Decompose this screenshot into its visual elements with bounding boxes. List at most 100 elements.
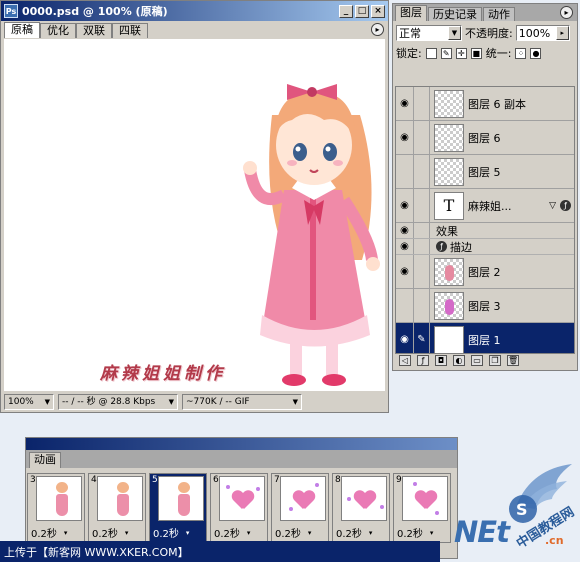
animation-frame[interactable]: 9 0.2秒 ▾ xyxy=(393,473,451,543)
adjustment-layer-icon[interactable]: ◐ xyxy=(453,354,465,366)
tab-layers[interactable]: 图层 xyxy=(395,5,427,21)
animation-tabs: 动画 xyxy=(26,450,457,468)
effects-row[interactable]: ◉ 效果 xyxy=(396,223,574,239)
file-size-dropdown[interactable]: ~770K / -- GIF ▼ xyxy=(182,394,302,410)
layer-row[interactable]: 图层 5 xyxy=(396,155,574,189)
blend-mode-select[interactable]: 正常 ▼ xyxy=(396,25,462,41)
dropdown-arrow-icon: ▼ xyxy=(168,398,174,406)
opacity-label: 不透明度: xyxy=(465,27,513,40)
frame-delay-dropdown[interactable]: 0.2秒 ▾ xyxy=(214,525,250,541)
layer-row[interactable]: ◉ 图层 6 xyxy=(396,121,574,155)
animation-frame[interactable]: 4 0.2秒 ▾ xyxy=(88,473,146,543)
unify-position-icon[interactable]: ⁘ xyxy=(515,47,527,59)
layers-panel: 图层 历史记录 动作 ▸ 正常 ▼ 不透明度: 100% ▸ 锁定: ✎ ✛ ■… xyxy=(392,3,578,371)
layer-row[interactable]: ◉ 图层 6 副本 xyxy=(396,87,574,121)
frame-thumbnail xyxy=(219,476,265,521)
animation-frame[interactable]: 3 0.2秒 ▾ xyxy=(27,473,85,543)
delete-layer-icon[interactable]: 🗑 xyxy=(507,354,519,366)
visibility-eye-icon[interactable]: ◉ xyxy=(396,239,414,254)
layer-row[interactable]: 图层 3 xyxy=(396,289,574,323)
tab-original[interactable]: 原稿 xyxy=(4,22,40,38)
link-layers-icon[interactable]: ◁ xyxy=(399,354,411,366)
opacity-input[interactable]: 100% ▸ xyxy=(515,25,570,41)
panel-menu-arrow-icon[interactable]: ▸ xyxy=(560,6,573,19)
lock-row: 锁定: ✎ ✛ ■ 统一: ⁘ ● xyxy=(393,42,577,64)
text-layer-thumbnail: T xyxy=(434,191,464,220)
visibility-eye-icon[interactable]: ◉ xyxy=(396,323,414,353)
frame-number: 6 xyxy=(213,475,219,485)
frame-delay-value: 0.2秒 xyxy=(214,529,240,540)
visibility-toggle-empty[interactable] xyxy=(396,155,414,188)
tab-menu-arrow-icon[interactable]: ▸ xyxy=(371,23,384,36)
new-folder-icon[interactable]: ▭ xyxy=(471,354,483,366)
tab-2up[interactable]: 双联 xyxy=(76,23,112,38)
dropdown-arrow-icon: ▾ xyxy=(185,528,190,537)
frame-delay-dropdown[interactable]: 0.2秒 ▾ xyxy=(275,525,312,541)
tab-actions[interactable]: 动作 xyxy=(483,7,515,21)
maximize-button[interactable]: □ xyxy=(355,4,369,18)
layer-row-selected[interactable]: ◉ ✎ 图层 1 xyxy=(396,323,574,353)
stroke-effect-row[interactable]: ◉ ƒ 描边 xyxy=(396,239,574,255)
dropdown-arrow-icon: ▾ xyxy=(63,528,68,537)
brush-icon[interactable]: ✎ xyxy=(414,323,430,353)
zoom-dropdown[interactable]: 100% ▼ xyxy=(4,394,54,410)
layer-row[interactable]: ◉ T 麻辣姐... ▽ ƒ xyxy=(396,189,574,223)
animation-frame-selected[interactable]: 5 0.2秒 ▾ xyxy=(149,473,207,543)
frame-delay-dropdown[interactable]: 0.2秒 ▾ xyxy=(153,525,190,541)
layer-link-cell[interactable] xyxy=(414,87,430,120)
blend-row: 正常 ▼ 不透明度: 100% ▸ xyxy=(393,21,577,42)
layer-link-cell[interactable] xyxy=(414,255,430,288)
layer-effects-icon: ƒ xyxy=(560,200,571,211)
layer-link-cell[interactable] xyxy=(414,289,430,322)
frame-delay-dropdown[interactable]: 0.2秒 ▾ xyxy=(92,525,128,541)
frame-thumbnail xyxy=(280,476,326,521)
frame-strip: 3 0.2秒 ▾ 4 0.2秒 ▾ 5 0.2秒 ▾ 6 0.2秒 ▾ 7 0.2秒 ▾ … xyxy=(26,473,458,543)
layer-link-cell[interactable] xyxy=(414,189,430,222)
new-layer-icon[interactable]: ❐ xyxy=(489,354,501,366)
visibility-eye-icon[interactable]: ◉ xyxy=(396,121,414,154)
visibility-eye-icon[interactable]: ◉ xyxy=(396,223,414,238)
tab-4up[interactable]: 四联 xyxy=(112,23,148,38)
file-size-text: ~770K / -- GIF xyxy=(186,397,250,407)
expand-triangle-icon[interactable]: ▽ xyxy=(549,201,556,211)
frame-number: 8 xyxy=(335,475,341,485)
lock-all-icon[interactable]: ■ xyxy=(470,47,482,59)
animation-frame[interactable]: 6 0.2秒 ▾ xyxy=(210,473,268,543)
layer-row[interactable]: ◉ 图层 2 xyxy=(396,255,574,289)
layer-link-cell[interactable] xyxy=(414,155,430,188)
lock-position-icon[interactable]: ✛ xyxy=(455,47,467,59)
animation-frame[interactable]: 8 0.2秒 ▾ xyxy=(332,473,390,543)
document-canvas[interactable]: 麻辣姐姐制作 xyxy=(4,39,385,391)
visibility-eye-icon[interactable]: ◉ xyxy=(396,189,414,222)
dropdown-arrow-icon: ▾ xyxy=(307,528,312,537)
animation-frame[interactable]: 7 0.2秒 ▾ xyxy=(271,473,329,543)
unify-visibility-icon[interactable]: ● xyxy=(530,47,542,59)
download-speed-text: -- / -- 秒 @ 28.8 Kbps xyxy=(62,397,156,407)
document-title: 0000.psd @ 100% (原稿) xyxy=(22,5,168,18)
layer-link-cell[interactable] xyxy=(414,121,430,154)
close-button[interactable]: × xyxy=(371,4,385,18)
visibility-toggle-empty[interactable] xyxy=(396,289,414,322)
minimize-button[interactable]: _ xyxy=(339,4,353,18)
tab-optimized[interactable]: 优化 xyxy=(40,23,76,38)
svg-text:S: S xyxy=(516,500,528,519)
download-time-dropdown[interactable]: -- / -- 秒 @ 28.8 Kbps ▼ xyxy=(58,394,178,410)
frame-delay-dropdown[interactable]: 0.2秒 ▾ xyxy=(336,525,372,541)
effects-label: 效果 xyxy=(436,224,458,238)
visibility-eye-icon[interactable]: ◉ xyxy=(396,255,414,288)
add-mask-icon[interactable]: ◘ xyxy=(435,354,447,366)
visibility-eye-icon[interactable]: ◉ xyxy=(396,87,414,120)
tab-animation[interactable]: 动画 xyxy=(29,452,61,468)
animation-titlebar[interactable] xyxy=(26,438,457,450)
add-style-icon[interactable]: ƒ xyxy=(417,354,429,366)
document-titlebar[interactable]: Ps 0000.psd @ 100% (原稿) _ □ × xyxy=(1,1,388,21)
frame-delay-value: 0.2秒 xyxy=(153,529,179,540)
upload-source-text: 上传于【新客网 WWW.XKER.COM】 xyxy=(4,546,189,559)
frame-delay-dropdown[interactable]: 0.2秒 ▾ xyxy=(31,525,68,541)
frame-delay-dropdown[interactable]: 0.2秒 ▾ xyxy=(397,525,433,541)
lock-transparency-icon[interactable] xyxy=(425,47,437,59)
document-window: Ps 0000.psd @ 100% (原稿) _ □ × 原稿 优化 双联 四… xyxy=(0,0,389,413)
lock-image-icon[interactable]: ✎ xyxy=(440,47,452,59)
tab-history[interactable]: 历史记录 xyxy=(428,7,482,21)
frame-delay-value: 0.2秒 xyxy=(92,529,118,540)
